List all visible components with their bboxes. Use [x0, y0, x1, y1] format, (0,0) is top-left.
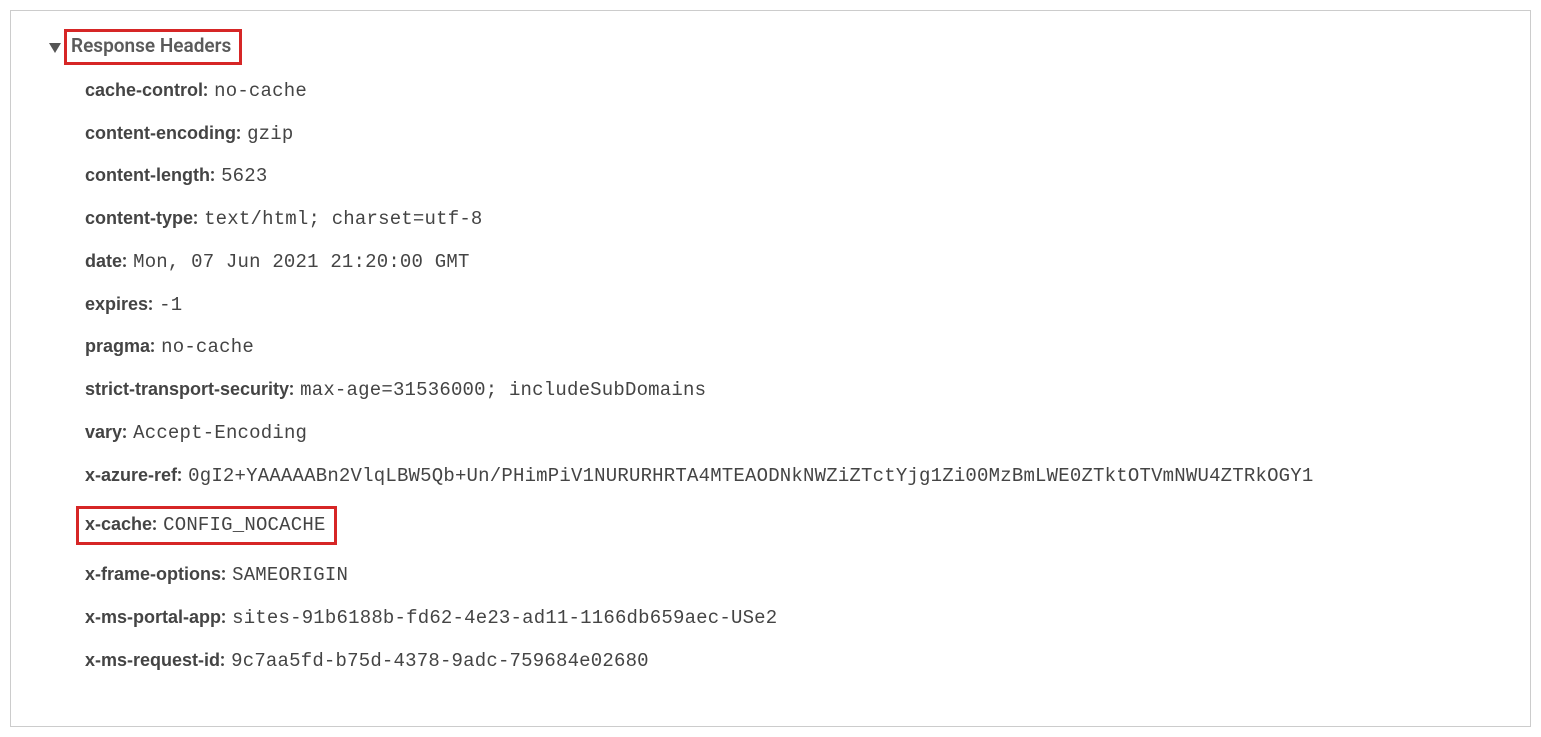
header-row-strict-transport-security: strict-transport-security: max-age=315360… [85, 378, 1508, 403]
header-key: strict-transport-security [85, 379, 289, 399]
header-value: gzip [247, 123, 293, 145]
header-row-content-length: content-length:5623 [85, 164, 1508, 189]
header-row-x-cache: x-cache: CONFIG_NOCACHE [85, 506, 1508, 545]
colon: : [177, 465, 182, 486]
header-value: max-age=31536000; includeSubDomains [300, 379, 706, 401]
header-key: cache-control [85, 80, 203, 100]
header-row-x-ms-portal-app: x-ms-portal-app: sites-91b6188b-fd62-4e23… [85, 606, 1508, 631]
header-row-x-azure-ref: x-azure-ref:0gI2+YAAAAABn2VlqLBW5Qb+Un/P… [85, 464, 1508, 489]
header-row-cache-control: cache-control: no-cache [85, 79, 1508, 104]
header-row-content-encoding: content-encoding: gzip [85, 122, 1508, 147]
header-key: x-ms-request-id [85, 650, 220, 670]
colon: : [152, 514, 157, 535]
header-value: Accept-Encoding [133, 422, 307, 444]
collapse-triangle-icon[interactable] [49, 43, 61, 53]
headers-list: cache-control: no-cache content-encoding:… [85, 79, 1508, 674]
header-key: pragma [85, 336, 150, 356]
colon: : [210, 165, 215, 186]
header-row-pragma: pragma: no-cache [85, 335, 1508, 360]
header-row-x-frame-options: x-frame-options: SAMEORIGIN [85, 563, 1508, 588]
header-key: expires [85, 294, 148, 314]
header-key: content-encoding [85, 123, 236, 143]
colon: : [150, 336, 155, 357]
header-row-expires: expires: -1 [85, 293, 1508, 318]
header-value: CONFIG_NOCACHE [163, 514, 325, 536]
header-value: 0gI2+YAAAAABn2VlqLBW5Qb+Un/PHimPiV1NURUR… [188, 465, 1313, 487]
header-key: x-cache [85, 514, 152, 534]
colon: : [289, 379, 294, 400]
colon: : [122, 251, 127, 272]
header-row-content-type: content-type: text/html; charset=utf-8 [85, 207, 1508, 232]
header-value: 9c7aa5fd-b75d-4378-9adc-759684e02680 [231, 650, 649, 672]
header-value: no-cache [161, 336, 254, 358]
highlight-box: x-cache: CONFIG_NOCACHE [76, 506, 337, 545]
header-key: x-frame-options [85, 564, 221, 584]
header-row-date: date: Mon, 07 Jun 2021 21:20:00 GMT [85, 250, 1508, 275]
header-value: SAMEORIGIN [232, 564, 348, 586]
header-row-vary: vary: Accept-Encoding [85, 421, 1508, 446]
response-headers-panel: Response Headers cache-control: no-cache … [10, 10, 1531, 727]
colon: : [221, 564, 226, 585]
header-key: x-ms-portal-app [85, 607, 221, 627]
header-key: content-type [85, 208, 193, 228]
section-title: Response Headers [64, 29, 242, 65]
header-row-x-ms-request-id: x-ms-request-id:9c7aa5fd-b75d-4378-9adc-… [85, 649, 1508, 674]
colon: : [122, 422, 127, 443]
header-key: date [85, 251, 122, 271]
header-value: -1 [159, 294, 182, 316]
colon: : [221, 607, 226, 628]
header-key: content-length [85, 165, 210, 185]
section-header[interactable]: Response Headers [49, 29, 1508, 65]
header-value: 5623 [221, 165, 267, 187]
colon: : [193, 208, 198, 229]
header-key: x-azure-ref [85, 465, 177, 485]
header-value: sites-91b6188b-fd62-4e23-ad11-1166db659a… [232, 607, 777, 629]
header-value: Mon, 07 Jun 2021 21:20:00 GMT [133, 251, 469, 273]
colon: : [148, 294, 153, 315]
colon: : [236, 123, 241, 144]
colon: : [203, 80, 208, 101]
header-key: vary [85, 422, 122, 442]
header-value: text/html; charset=utf-8 [204, 208, 482, 230]
colon: : [220, 650, 225, 671]
header-value: no-cache [214, 80, 307, 102]
